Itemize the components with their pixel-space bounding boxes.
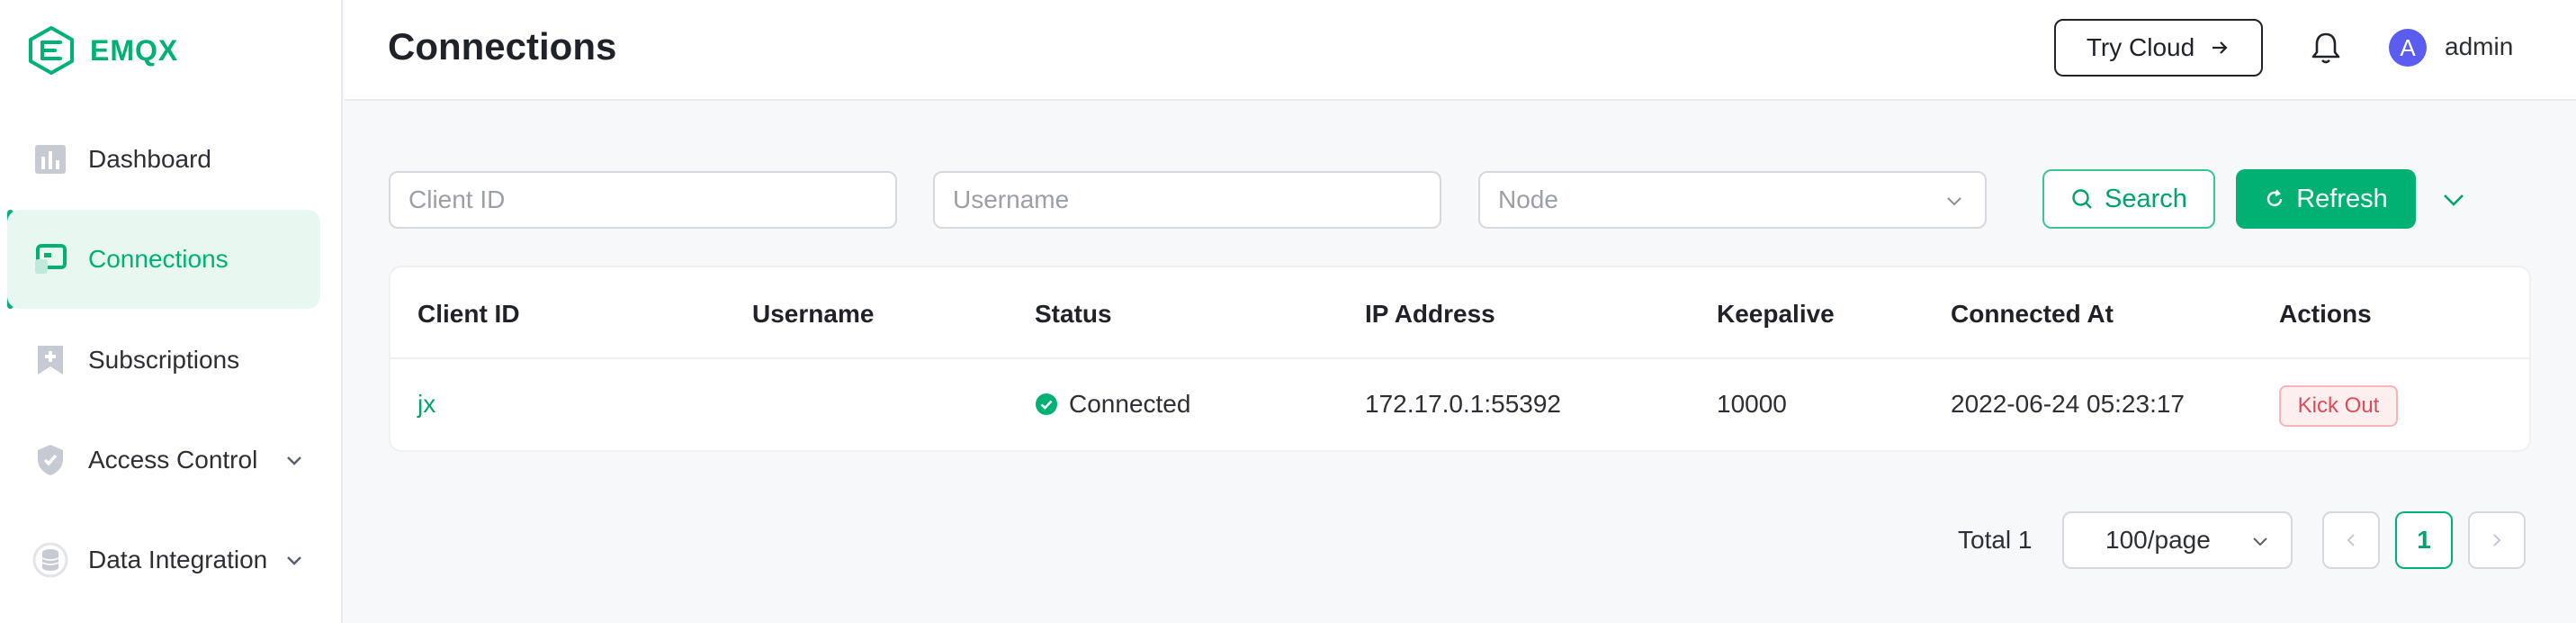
top-header: Connections Try Cloud A admin [345, 0, 2576, 101]
chevron-down-icon[interactable] [283, 448, 306, 472]
arrow-right-icon [2212, 41, 2228, 54]
column-header-actions: Actions [2279, 300, 2372, 328]
connections-table: Client ID Username Status IP Address Kee… [389, 266, 2531, 452]
status-cell: Connected [1035, 390, 1190, 419]
chevron-left-icon [2347, 534, 2355, 546]
dashboard-icon [32, 141, 68, 177]
column-header-ip-address: IP Address [1365, 300, 1495, 328]
avatar[interactable]: A [2389, 29, 2427, 67]
connections-icon [32, 241, 68, 277]
column-header-client-id: Client ID [417, 300, 520, 328]
status-text: Connected [1069, 390, 1191, 418]
try-cloud-label: Try Cloud [2086, 33, 2195, 61]
column-header-connected-at: Connected At [1951, 300, 2114, 328]
node-placeholder: Node [1498, 185, 1558, 213]
sidebar-item-connections[interactable]: Connections [7, 210, 320, 309]
search-button[interactable]: Search [2042, 169, 2215, 229]
keepalive-cell: 10000 [1717, 390, 1787, 418]
try-cloud-button[interactable]: Try Cloud [2054, 19, 2263, 77]
column-header-status: Status [1035, 300, 1112, 328]
header-divider [390, 357, 2529, 359]
page-title: Connections [388, 25, 617, 68]
client-id-input[interactable]: Client ID [389, 171, 897, 229]
sidebar-item-label: Data Integration [88, 546, 268, 573]
bell-icon[interactable] [2307, 29, 2345, 67]
sidebar-item-subscriptions[interactable]: Subscriptions [7, 311, 320, 410]
search-label: Search [2105, 184, 2187, 213]
search-icon [2072, 189, 2092, 209]
page-button-current[interactable]: 1 [2395, 511, 2453, 569]
user-name[interactable]: admin [2445, 32, 2513, 61]
connected-at-cell: 2022-06-24 05:23:17 [1951, 390, 2185, 418]
chevron-down-icon [1947, 197, 1961, 206]
refresh-icon [2267, 189, 2283, 207]
sidebar-item-label: Access Control [88, 446, 258, 474]
sidebar-item-label: Subscriptions [88, 346, 240, 374]
node-select[interactable]: Node [1478, 171, 1987, 229]
chevron-right-icon [2493, 534, 2501, 546]
refresh-button[interactable]: Refresh [2236, 169, 2416, 229]
subscriptions-icon [32, 342, 68, 378]
check-circle-icon [1036, 393, 1057, 415]
brand[interactable]: EMQX [27, 23, 178, 77]
next-page-button[interactable] [2468, 511, 2526, 569]
sidebar-item-data-integration[interactable]: Data Integration [7, 510, 320, 609]
database-icon [32, 542, 68, 578]
page-size-select[interactable]: 100/page [2062, 511, 2293, 569]
username-input[interactable]: Username [933, 171, 1441, 229]
chevron-down-icon[interactable] [2438, 185, 2469, 215]
ip-address-cell: 172.17.0.1:55392 [1365, 390, 1561, 418]
sidebar-item-access-control[interactable]: Access Control [7, 411, 320, 510]
brand-name: EMQX [90, 33, 179, 67]
refresh-label: Refresh [2296, 184, 2388, 213]
column-header-username: Username [752, 300, 875, 328]
total-count: Total 1 [1958, 526, 2033, 554]
chevron-down-icon[interactable] [283, 548, 306, 572]
chevron-down-icon [2253, 537, 2267, 546]
sidebar-item-label: Connections [88, 245, 229, 273]
sidebar: EMQX Dashboard Connections Subscriptions… [0, 0, 343, 623]
sidebar-item-dashboard[interactable]: Dashboard [7, 110, 320, 209]
shield-icon [32, 442, 68, 478]
emqx-logo-icon [29, 26, 74, 75]
kick-out-button[interactable]: Kick Out [2279, 385, 2398, 427]
page-size-value: 100/page [2105, 526, 2211, 554]
sidebar-item-label: Dashboard [88, 145, 211, 173]
column-header-keepalive: Keepalive [1717, 300, 1835, 328]
client-id-placeholder: Client ID [408, 185, 506, 213]
client-id-link[interactable]: jx [417, 390, 435, 419]
prev-page-button[interactable] [2322, 511, 2380, 569]
username-placeholder: Username [953, 185, 1070, 213]
